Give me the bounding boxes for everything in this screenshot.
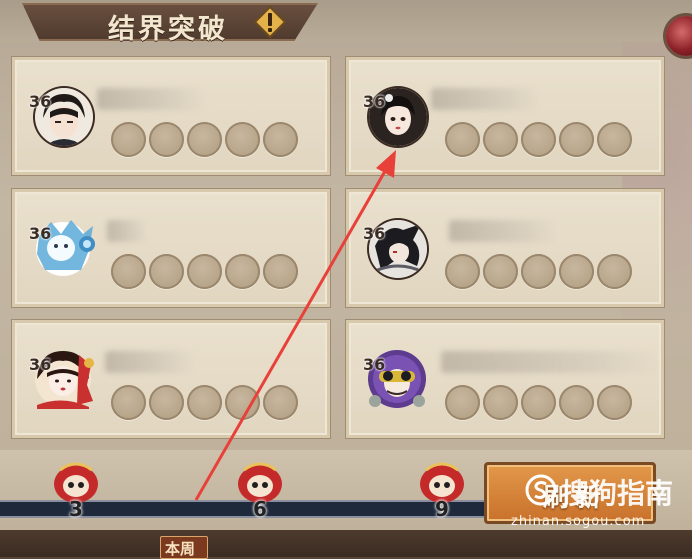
slot-circle (111, 254, 146, 289)
slot-circle (263, 385, 298, 420)
slot-circle (521, 122, 556, 157)
slot-circle (225, 122, 260, 157)
slot-row (111, 122, 298, 158)
name-blurred (441, 351, 661, 373)
header: 结界突破 (0, 0, 692, 45)
slot-circle (149, 385, 184, 420)
slot-circle (225, 254, 260, 289)
slot-circle (559, 254, 594, 289)
level-label: 36 (363, 92, 386, 111)
slot-circle (111, 122, 146, 157)
name-blurred (107, 220, 147, 242)
slot-row (111, 254, 298, 290)
milestone-number: 3 (69, 497, 83, 521)
slot-circle (597, 254, 632, 289)
slot-circle (263, 122, 298, 157)
slot-circle (559, 122, 594, 157)
slot-circle (597, 122, 632, 157)
level-label: 36 (29, 355, 52, 374)
milestone-number: 6 (253, 497, 267, 521)
name-blurred (449, 220, 559, 242)
opponent-card[interactable]: 36 (12, 57, 330, 175)
watermark-title: 搜狗指南 (561, 477, 674, 510)
slot-circle (187, 254, 222, 289)
slot-circle (187, 385, 222, 420)
week-label: 本周 (165, 540, 196, 558)
level-label: 36 (29, 92, 52, 111)
slot-circle (445, 122, 480, 157)
slot-row (445, 122, 632, 158)
slot-circle (521, 385, 556, 420)
milestone-number: 9 (435, 497, 449, 521)
name-blurred (105, 351, 195, 373)
slot-circle (187, 122, 222, 157)
slot-row (111, 385, 298, 421)
exclamation-icon[interactable] (254, 6, 286, 38)
slot-circle (483, 122, 518, 157)
slot-circle (521, 254, 556, 289)
slot-circle (149, 122, 184, 157)
slot-circle (149, 254, 184, 289)
level-label: 36 (363, 224, 386, 243)
slot-circle (445, 254, 480, 289)
slot-circle (111, 385, 146, 420)
slot-circle (263, 254, 298, 289)
slot-circle (559, 385, 594, 420)
page-title: 结界突破 (108, 14, 228, 45)
opponent-card[interactable]: 36 (346, 189, 664, 307)
slot-circle (445, 385, 480, 420)
opponent-card[interactable]: 36 (346, 57, 664, 175)
slot-circle (225, 385, 260, 420)
opponent-card[interactable]: 36 (12, 189, 330, 307)
slot-circle (597, 385, 632, 420)
name-blurred (431, 88, 541, 110)
level-label: 36 (363, 355, 386, 374)
week-tag[interactable]: 本周 (160, 536, 208, 559)
opponent-card[interactable]: 36 (12, 320, 330, 438)
slot-circle (483, 385, 518, 420)
watermark-url: zhinan.sogou.com (511, 514, 646, 529)
slot-row (445, 254, 632, 290)
sogou-logo-icon (525, 474, 557, 506)
name-blurred (97, 88, 207, 110)
opponent-card[interactable]: 36 (346, 320, 664, 438)
slot-circle (483, 254, 518, 289)
level-label: 36 (29, 224, 52, 243)
slot-row (445, 385, 632, 421)
bottom-bar (0, 530, 692, 557)
